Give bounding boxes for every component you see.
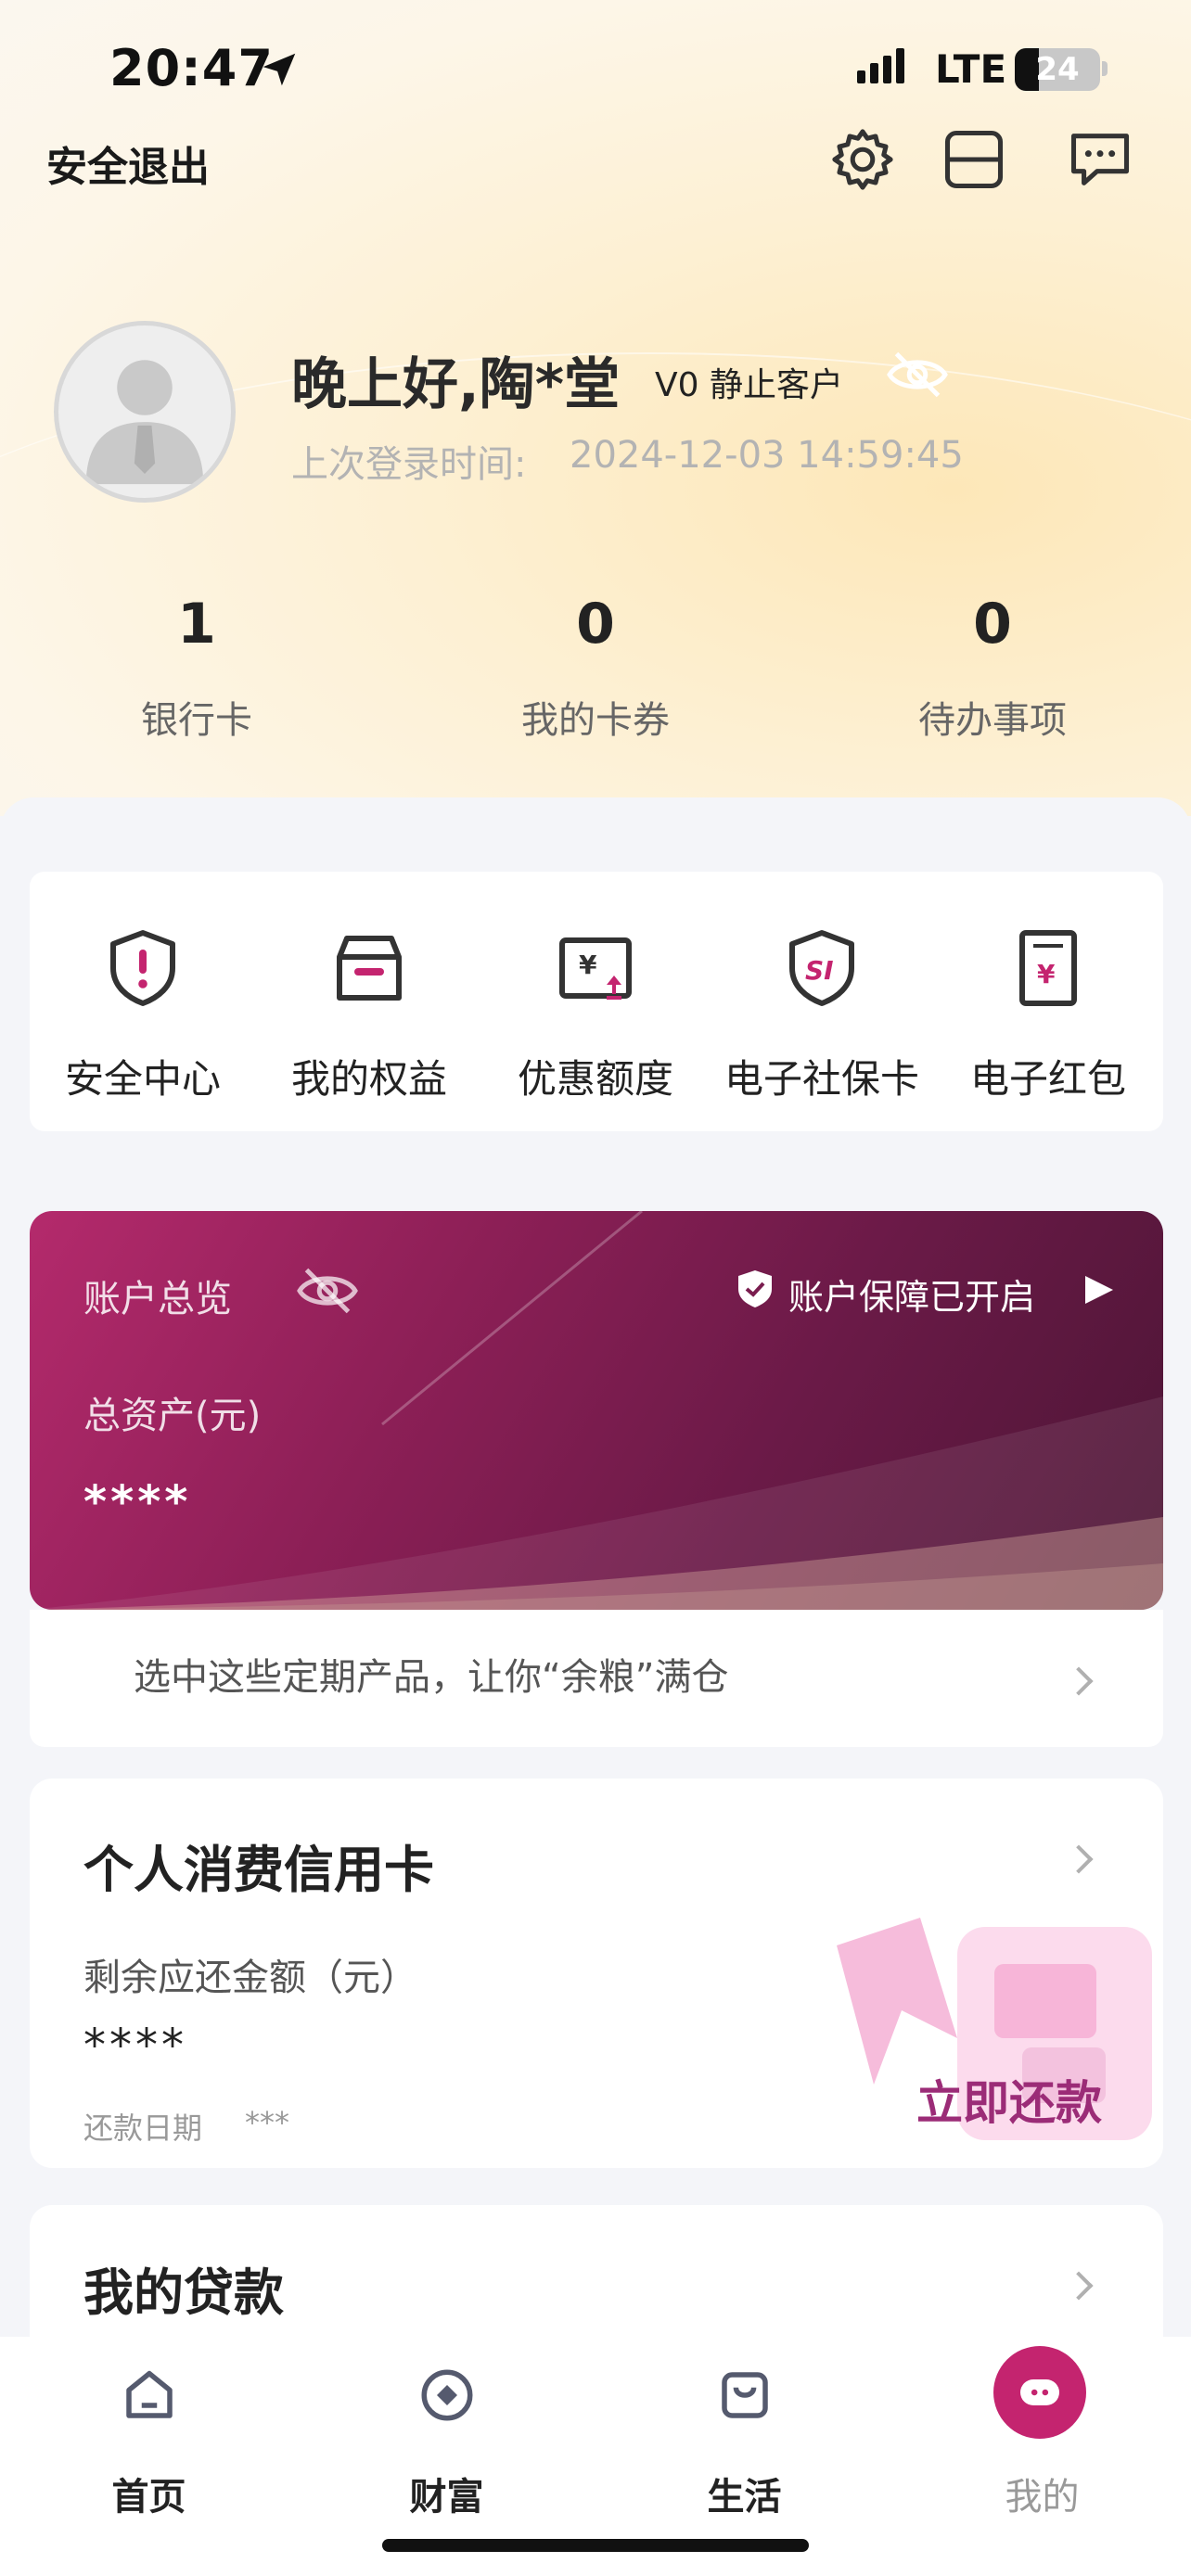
tab-label: 生活 (707, 2476, 782, 2519)
box-icon (337, 936, 402, 1001)
tab-label: 首页 (111, 2476, 186, 2519)
hide-eye-icon[interactable] (885, 347, 950, 402)
battery-level: 24 (1035, 51, 1080, 88)
scan-icon[interactable] (939, 124, 1009, 195)
tab-home[interactable]: 首页 (0, 2337, 298, 2522)
svg-text:¥: ¥ (579, 950, 597, 980)
wealth-icon (421, 2369, 473, 2421)
promo-text: 选中这些定期产品，让你“余粮”满仓 (134, 1656, 729, 1699)
shield-check-icon (738, 1270, 772, 1307)
status-time: 20:47 (109, 39, 274, 97)
life-bag-icon (722, 2372, 768, 2418)
quick-security-center[interactable]: 安全中心 (30, 872, 256, 1131)
message-icon[interactable] (1065, 124, 1135, 195)
hide-balance-eye-icon[interactable] (295, 1263, 360, 1319)
customer-level[interactable]: V0 静止客户 (655, 358, 843, 406)
coupon-icon: ¥ (559, 937, 632, 1000)
default-avatar-icon (85, 360, 204, 485)
settings-gear-icon[interactable] (827, 124, 898, 195)
total-assets-value: **** (83, 1476, 192, 1528)
battery-tip (1102, 61, 1108, 76)
quick-label: 我的权益 (290, 1056, 447, 1102)
svg-text:SI: SI (805, 955, 834, 986)
greeting: 晚上好,陶*堂 (291, 352, 621, 417)
stat-label: 我的卡券 (521, 699, 670, 742)
quick-my-benefits[interactable]: 我的权益 (256, 872, 482, 1131)
play-arrow-icon[interactable] (1085, 1276, 1113, 1304)
quick-social-security-card[interactable]: SI 电子社保卡 (709, 872, 935, 1131)
account-protection-status[interactable]: 账户保障已开启 (788, 1269, 1035, 1320)
stat-label: 银行卡 (141, 699, 252, 742)
social-security-icon: SI (789, 930, 854, 1006)
chevron-right-icon (1064, 1844, 1094, 1874)
tab-life[interactable]: 生活 (596, 2337, 893, 2522)
quick-label: 电子红包 (969, 1056, 1126, 1102)
shield-alert-icon (110, 930, 175, 1006)
red-envelope-icon: ¥ (1019, 930, 1077, 1006)
stat-todos[interactable]: 0 待办事项 (853, 592, 1132, 744)
stat-value: 0 (973, 592, 1012, 657)
stat-coupons[interactable]: 0 我的卡券 (456, 592, 735, 744)
tab-label: 财富 (409, 2476, 484, 2519)
home-indicator (382, 2539, 809, 2552)
stat-label: 待办事项 (918, 699, 1067, 742)
stat-bank-cards[interactable]: 1 银行卡 (58, 592, 336, 744)
balance-value: **** (83, 2020, 187, 2072)
due-date-label: 还款日期 (83, 2111, 203, 2146)
credit-card-title: 个人消费信用卡 (83, 1841, 434, 1899)
loans-title: 我的贷款 (83, 2264, 284, 2322)
last-login-value: 2024-12-03 14:59:45 (570, 434, 964, 477)
account-overview-card[interactable]: 账户总览 账户保障已开启 总资产(元) **** (30, 1211, 1163, 1610)
home-icon (126, 2370, 173, 2418)
chevron-right-icon (1064, 1666, 1094, 1696)
quick-label: 电子社保卡 (724, 1056, 919, 1102)
location-arrow-icon (263, 53, 296, 86)
svg-text:¥: ¥ (1037, 959, 1056, 989)
logout-button[interactable]: 安全退出 (46, 134, 210, 193)
fixed-term-promo[interactable]: 选中这些定期产品，让你“余粮”满仓 (30, 1610, 1163, 1747)
quick-label: 安全中心 (64, 1056, 221, 1102)
quick-red-envelope[interactable]: ¥ 电子红包 (935, 872, 1161, 1131)
quick-label: 优惠额度 (517, 1056, 673, 1102)
balance-label: 剩余应还金额（元） (83, 1957, 417, 1999)
signal-icon (857, 48, 904, 83)
quick-actions: 安全中心 我的权益 ¥ 优惠额度 SI 电子社保卡 ¥ 电子红包 (30, 872, 1163, 1131)
account-overview-title: 账户总览 (83, 1278, 232, 1320)
tab-me[interactable]: 我的 (893, 2337, 1191, 2522)
face-icon (1020, 2379, 1059, 2405)
chevron-right-icon (1064, 2271, 1094, 2301)
network-type: LTE (935, 46, 1007, 92)
repay-now-button[interactable]: 立即还款 (916, 2066, 1102, 2133)
quick-discount-quota[interactable]: ¥ 优惠额度 (482, 872, 709, 1131)
stat-value: 1 (177, 592, 216, 657)
credit-card-panel[interactable]: 个人消费信用卡 剩余应还金额（元） **** 还款日期 *** 立即还款 (30, 1779, 1163, 2168)
tab-label: 我的 (1005, 2476, 1080, 2519)
total-assets-label: 总资产(元) (83, 1395, 262, 1437)
battery-icon: 24 (1015, 48, 1100, 91)
avatar[interactable] (54, 321, 236, 503)
stat-value: 0 (576, 592, 615, 657)
tab-wealth[interactable]: 财富 (298, 2337, 596, 2522)
due-date-value: *** (245, 2105, 289, 2140)
me-icon (993, 2346, 1086, 2439)
last-login-label: 上次登录时间: (291, 443, 527, 486)
